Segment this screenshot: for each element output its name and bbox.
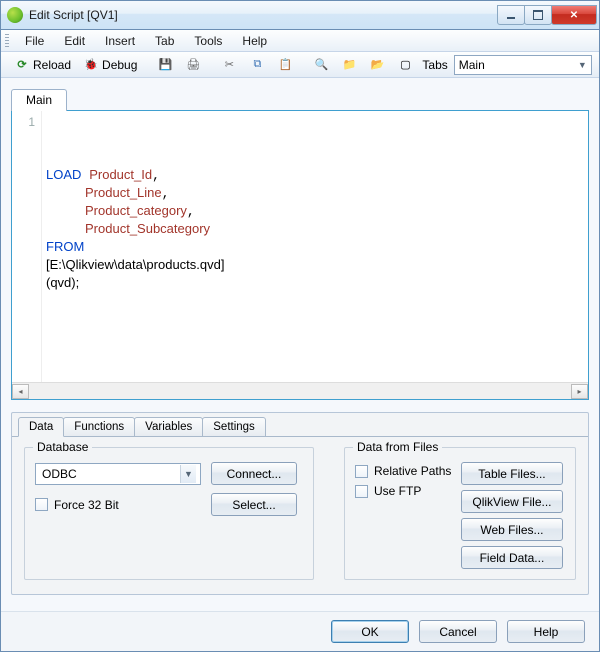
paste-button[interactable]: 📋 (272, 54, 298, 76)
table-files-button[interactable]: Table Files... (461, 462, 562, 485)
close-button[interactable] (551, 5, 597, 25)
database-driver-value: ODBC (42, 467, 77, 481)
datafiles-checks: Relative Paths Use FTP (355, 462, 451, 569)
menu-edit[interactable]: Edit (54, 32, 95, 50)
search-icon: 🔍 (313, 57, 329, 73)
copy-button[interactable]: ⧉ (244, 54, 270, 76)
field-1: Product_Id (89, 167, 152, 182)
relative-paths-checkbox[interactable] (355, 465, 368, 478)
layout-button[interactable]: ▢ (392, 54, 418, 76)
horizontal-scrollbar[interactable]: ◂ ▸ (12, 382, 588, 399)
code-area[interactable]: LOAD Product_Id, Product_Line, Product_c… (42, 111, 588, 382)
paste-icon: 📋 (277, 57, 293, 73)
work-area: Main 1 LOAD Product_Id, Product_Line, Pr… (1, 78, 599, 611)
panel-tab-data[interactable]: Data (18, 417, 64, 437)
menu-bar: File Edit Insert Tab Tools Help (1, 30, 599, 52)
title-bar: Edit Script [QV1] (0, 0, 600, 29)
line-gutter: 1 (12, 111, 42, 382)
menubar-grip (5, 34, 9, 48)
panel-content: Database ODBC ▼ Connect... Force 32 Bit (12, 436, 588, 594)
reload-icon: ⟳ (14, 57, 30, 73)
tabs-dropdown[interactable]: Main ▼ (454, 55, 592, 75)
panel-tabs: Data Functions Variables Settings (12, 413, 588, 437)
script-editor: 1 LOAD Product_Id, Product_Line, Product… (11, 110, 589, 400)
chevron-down-icon: ▼ (578, 60, 587, 70)
editor-tabstrip: Main (11, 88, 589, 110)
menu-help[interactable]: Help (232, 32, 277, 50)
keyword-load: LOAD (46, 167, 81, 182)
panel-tab-variables[interactable]: Variables (134, 417, 203, 437)
force-32bit-label: Force 32 Bit (54, 498, 119, 512)
tabs-dropdown-value: Main (459, 58, 485, 72)
field-3: Product_category (85, 203, 187, 218)
database-group: Database ODBC ▼ Connect... Force 32 Bit (24, 447, 314, 580)
editor-body: 1 LOAD Product_Id, Product_Line, Product… (12, 111, 588, 382)
data-from-files-group: Data from Files Relative Paths Use FTP T… (344, 447, 576, 580)
debug-button[interactable]: 🐞Debug (78, 54, 142, 76)
menu-tab[interactable]: Tab (145, 32, 184, 50)
menu-file[interactable]: File (15, 32, 54, 50)
layout-icon: ▢ (397, 57, 413, 73)
code-path: [E:\Qlikview\data\products.qvd] (46, 257, 224, 272)
folder-icon: 📁 (341, 57, 357, 73)
relative-paths-label: Relative Paths (374, 464, 451, 478)
minimize-button[interactable] (497, 5, 525, 25)
menu-tools[interactable]: Tools (184, 32, 232, 50)
find-button[interactable]: 🔍 (308, 54, 334, 76)
datafiles-buttons: Table Files... QlikView File... Web File… (461, 462, 562, 569)
panel-tab-functions[interactable]: Functions (63, 417, 135, 437)
field-2: Product_Line (85, 185, 162, 200)
dialog-buttons: OK Cancel Help (1, 611, 599, 651)
copy-icon: ⧉ (249, 57, 265, 73)
print-icon: 🖨 (185, 57, 201, 73)
keyword-from: FROM (46, 239, 84, 254)
ok-button[interactable]: OK (331, 620, 409, 643)
connect-button[interactable]: Connect... (211, 462, 297, 485)
field-4: Product_Subcategory (85, 221, 210, 236)
tabs-label: Tabs (422, 58, 447, 72)
scroll-right-arrow[interactable]: ▸ (571, 384, 588, 399)
window-controls (498, 5, 597, 25)
folder-icon: 📂 (369, 57, 385, 73)
database-legend: Database (33, 440, 92, 454)
open-folder2-button[interactable]: 📂 (364, 54, 390, 76)
datafiles-legend: Data from Files (353, 440, 442, 454)
toolbar: ⟳Reload 🐞Debug 💾 🖨 ✂ ⧉ 📋 🔍 📁 📂 ▢ Tabs Ma… (1, 52, 599, 78)
print-button[interactable]: 🖨 (180, 54, 206, 76)
maximize-button[interactable] (524, 5, 552, 25)
force-32bit-checkbox[interactable] (35, 498, 48, 511)
database-driver-dropdown[interactable]: ODBC ▼ (35, 463, 201, 485)
qlikview-file-button[interactable]: QlikView File... (461, 490, 562, 513)
open-folder-button[interactable]: 📁 (336, 54, 362, 76)
use-ftp-label: Use FTP (374, 484, 421, 498)
editor-tab-main[interactable]: Main (11, 89, 67, 111)
bottom-panel: Data Functions Variables Settings Databa… (11, 412, 589, 595)
line-number: 1 (28, 115, 35, 129)
use-ftp-checkbox[interactable] (355, 485, 368, 498)
reload-label: Reload (33, 58, 71, 72)
scroll-left-arrow[interactable]: ◂ (12, 384, 29, 399)
cut-icon: ✂ (221, 57, 237, 73)
field-data-button[interactable]: Field Data... (461, 546, 562, 569)
code-format: (qvd); (46, 275, 79, 290)
save-icon: 💾 (157, 57, 173, 73)
help-button[interactable]: Help (507, 620, 585, 643)
menu-insert[interactable]: Insert (95, 32, 145, 50)
select-button[interactable]: Select... (211, 493, 297, 516)
window-frame: File Edit Insert Tab Tools Help ⟳Reload … (0, 29, 600, 652)
save-button[interactable]: 💾 (152, 54, 178, 76)
web-files-button[interactable]: Web Files... (461, 518, 562, 541)
reload-button[interactable]: ⟳Reload (9, 54, 76, 76)
bug-icon: 🐞 (83, 57, 99, 73)
panel-tab-settings[interactable]: Settings (202, 417, 266, 437)
cut-button[interactable]: ✂ (216, 54, 242, 76)
debug-label: Debug (102, 58, 137, 72)
app-icon (7, 7, 23, 23)
chevron-down-icon: ▼ (180, 465, 196, 483)
window-title: Edit Script [QV1] (29, 8, 498, 22)
cancel-button[interactable]: Cancel (419, 620, 497, 643)
